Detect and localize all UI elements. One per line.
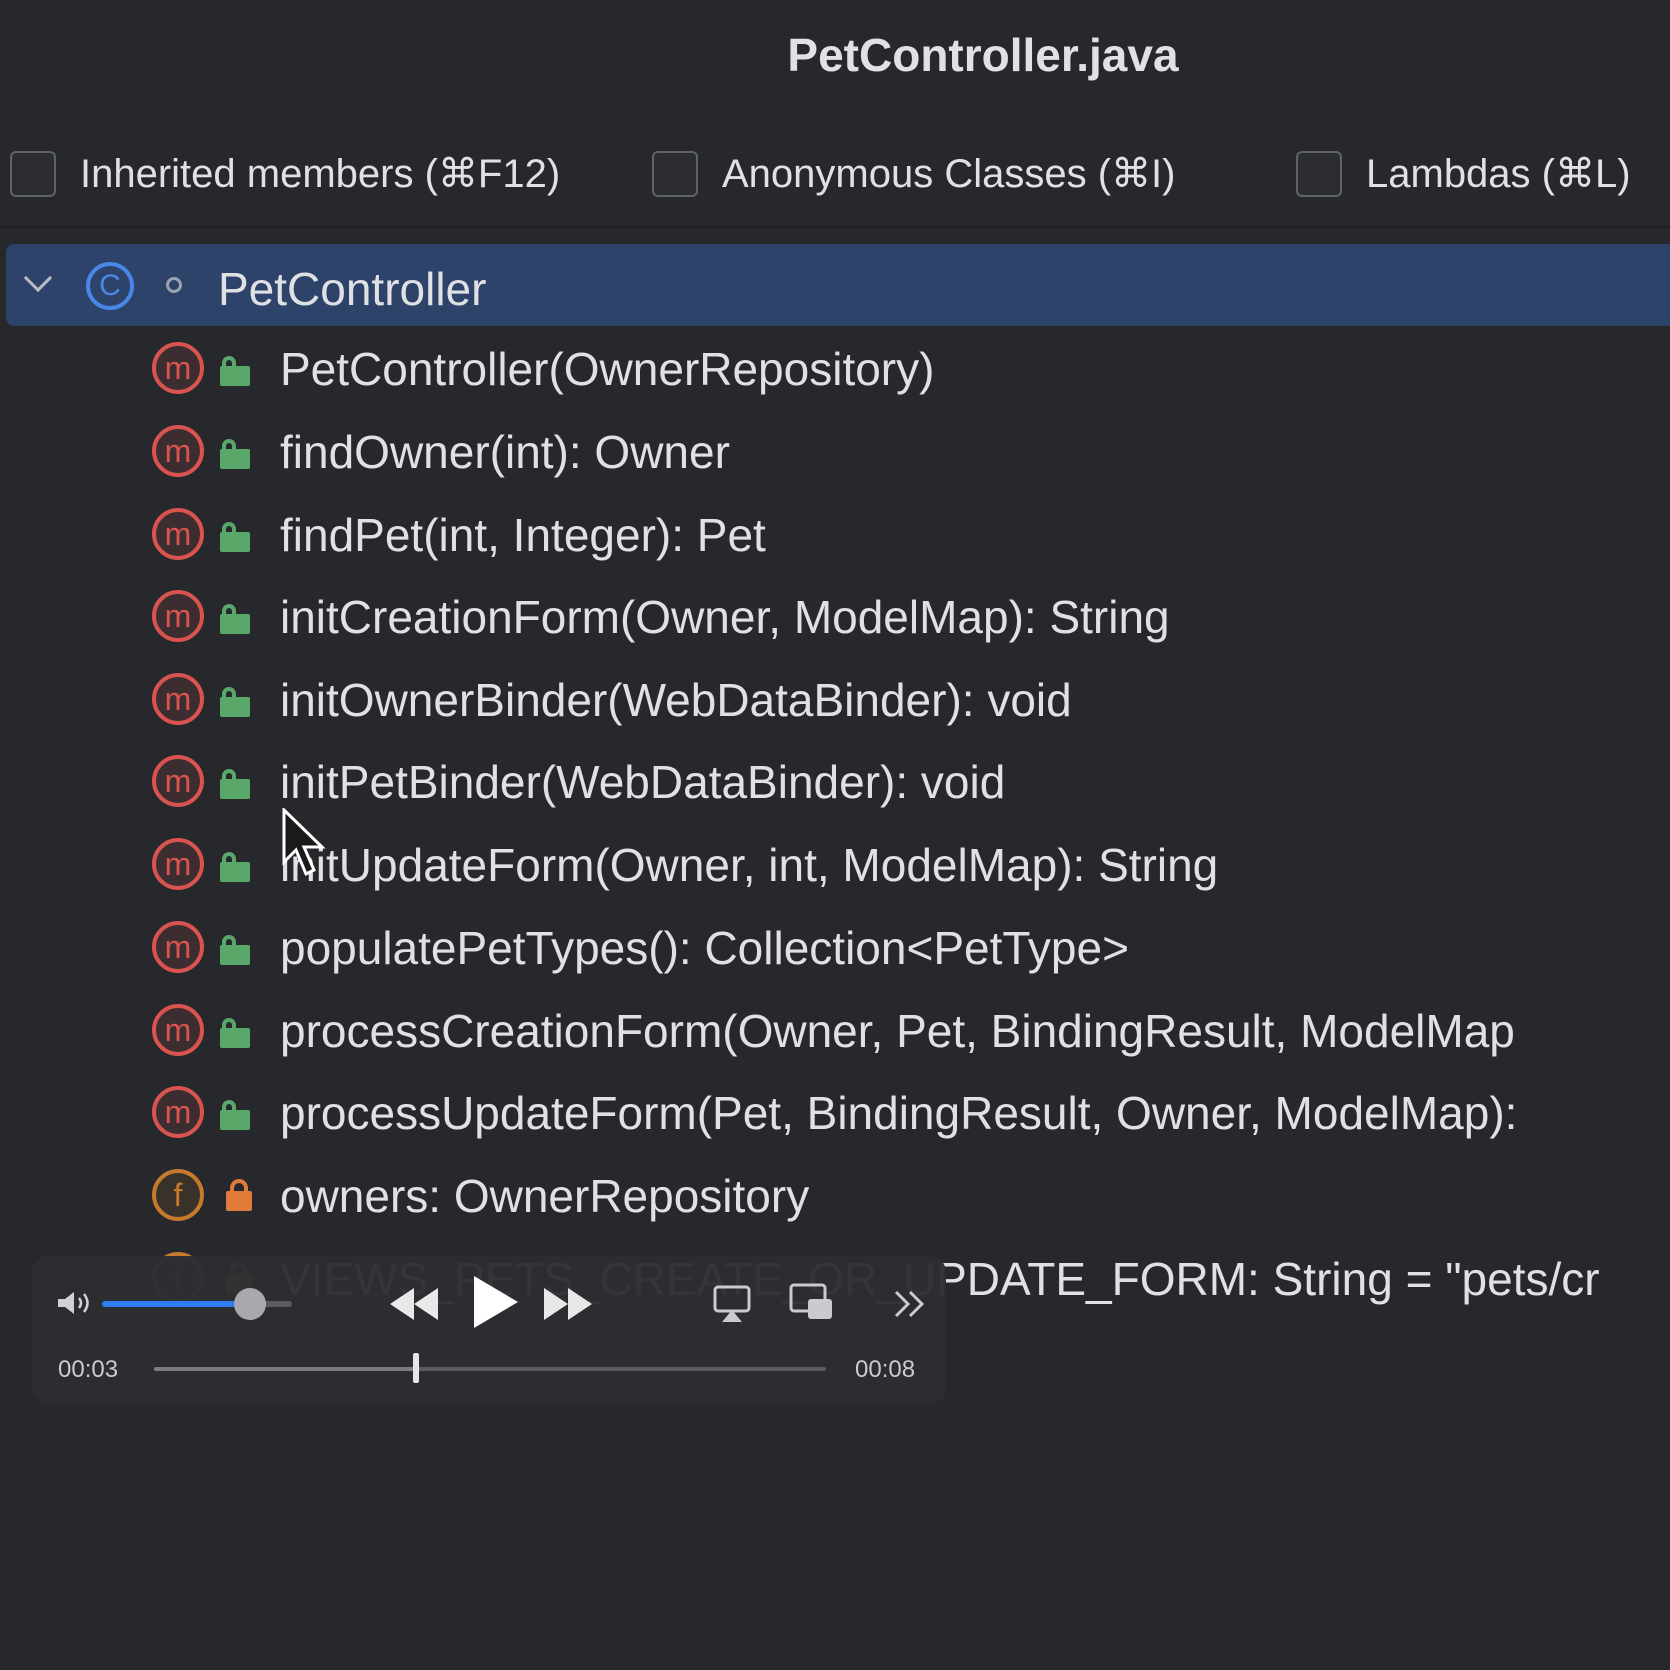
tree-member-row[interactable]: m populatePetTypes(): Collection<PetType…	[0, 905, 1670, 987]
method-icon: m	[152, 590, 204, 642]
method-icon: m	[152, 921, 204, 973]
tree-member-row[interactable]: m findOwner(int): Owner	[0, 409, 1670, 491]
method-icon: m	[152, 673, 204, 725]
anonymous-classes-checkbox[interactable]	[652, 151, 698, 197]
tree-member-row[interactable]: m processCreationForm(Owner, Pet, Bindin…	[0, 988, 1670, 1070]
member-label: findOwner(int): Owner	[280, 426, 730, 478]
tree-member-row[interactable]: m initOwnerBinder(WebDataBinder): void	[0, 657, 1670, 739]
tree-member-row[interactable]: m initPetBinder(WebDataBinder): void	[0, 739, 1670, 821]
member-label: processUpdateForm(Pet, BindingResult, Ow…	[280, 1087, 1518, 1139]
more-chevrons-icon[interactable]	[892, 1288, 928, 1320]
unlocked-lock-icon	[220, 1100, 252, 1130]
tree-root-row[interactable]: C PetController	[6, 244, 1670, 326]
unlocked-lock-icon	[220, 439, 252, 469]
unlocked-lock-icon	[220, 1018, 252, 1048]
lambdas-label: Lambdas (⌘L)	[1366, 152, 1631, 196]
method-icon: m	[152, 1086, 204, 1138]
unlocked-lock-icon	[220, 356, 252, 386]
method-icon: m	[152, 425, 204, 477]
speaker-icon[interactable]	[56, 1289, 96, 1317]
filter-inherited-members[interactable]: Inherited members (⌘F12)	[10, 146, 560, 202]
unlocked-lock-icon	[220, 769, 252, 799]
current-time: 00:03	[58, 1356, 119, 1383]
progress-fill	[154, 1367, 417, 1371]
video-player-controls: 00:03 00:08	[32, 1256, 946, 1404]
airplay-icon[interactable]	[712, 1284, 752, 1324]
picture-in-picture-icon[interactable]	[788, 1282, 834, 1322]
progress-handle[interactable]	[413, 1353, 420, 1383]
unlocked-lock-icon	[220, 687, 252, 717]
filter-bar: Inherited members (⌘F12) Anonymous Class…	[0, 146, 1670, 206]
member-label: findPet(int, Integer): Pet	[280, 509, 766, 561]
member-label: initOwnerBinder(WebDataBinder): void	[280, 674, 1072, 726]
divider	[0, 226, 1670, 228]
filter-anonymous-classes[interactable]: Anonymous Classes (⌘I)	[652, 146, 1175, 202]
unlocked-lock-icon	[220, 935, 252, 965]
method-icon: m	[152, 508, 204, 560]
member-label: initUpdateForm(Owner, int, ModelMap): St…	[280, 839, 1219, 891]
play-icon[interactable]	[468, 1272, 522, 1332]
tree-member-row[interactable]: m PetController(OwnerRepository)	[0, 326, 1670, 408]
lambdas-checkbox[interactable]	[1296, 151, 1342, 197]
unlocked-lock-icon	[220, 852, 252, 882]
unlocked-lock-icon	[220, 522, 252, 552]
window-title: PetController.java	[787, 29, 1179, 81]
tree-member-row[interactable]: f owners: OwnerRepository	[0, 1153, 1670, 1235]
method-icon: m	[152, 755, 204, 807]
total-time: 00:08	[855, 1356, 916, 1383]
method-icon: m	[152, 838, 204, 890]
locked-lock-icon	[226, 1179, 254, 1213]
member-label: initCreationForm(Owner, ModelMap): Strin…	[280, 591, 1170, 643]
anonymous-classes-label: Anonymous Classes (⌘I)	[722, 152, 1176, 196]
field-icon: f	[152, 1169, 204, 1221]
tree-member-row[interactable]: m initUpdateForm(Owner, int, ModelMap): …	[0, 822, 1670, 904]
volume-fill	[102, 1301, 251, 1307]
tree-member-row[interactable]: m initCreationForm(Owner, ModelMap): Str…	[0, 574, 1670, 656]
inherited-members-label: Inherited members (⌘F12)	[80, 152, 561, 196]
package-private-icon	[166, 277, 182, 293]
tree-root-label: PetController	[218, 263, 487, 315]
method-icon: m	[152, 1004, 204, 1056]
member-label: PetController(OwnerRepository)	[280, 343, 935, 395]
mouse-pointer-icon	[282, 808, 326, 877]
class-icon: C	[86, 262, 134, 310]
filter-lambdas[interactable]: Lambdas (⌘L)	[1296, 146, 1631, 202]
tree-member-row[interactable]: m findPet(int, Integer): Pet	[0, 492, 1670, 574]
volume-slider[interactable]	[102, 1288, 292, 1320]
rewind-icon[interactable]	[388, 1284, 440, 1324]
member-label: owners: OwnerRepository	[280, 1170, 810, 1222]
member-label: processCreationForm(Owner, Pet, BindingR…	[280, 1005, 1515, 1057]
inherited-members-checkbox[interactable]	[10, 151, 56, 197]
tree-member-row[interactable]: m processUpdateForm(Pet, BindingResult, …	[0, 1070, 1670, 1152]
member-label: initPetBinder(WebDataBinder): void	[280, 756, 1006, 808]
unlocked-lock-icon	[220, 604, 252, 634]
member-label: populatePetTypes(): Collection<PetType>	[280, 922, 1129, 974]
fast-forward-icon[interactable]	[542, 1284, 594, 1324]
method-icon: m	[152, 342, 204, 394]
progress-bar[interactable]	[154, 1353, 826, 1383]
chevron-down-icon[interactable]	[23, 263, 53, 293]
volume-knob[interactable]	[234, 1288, 267, 1320]
